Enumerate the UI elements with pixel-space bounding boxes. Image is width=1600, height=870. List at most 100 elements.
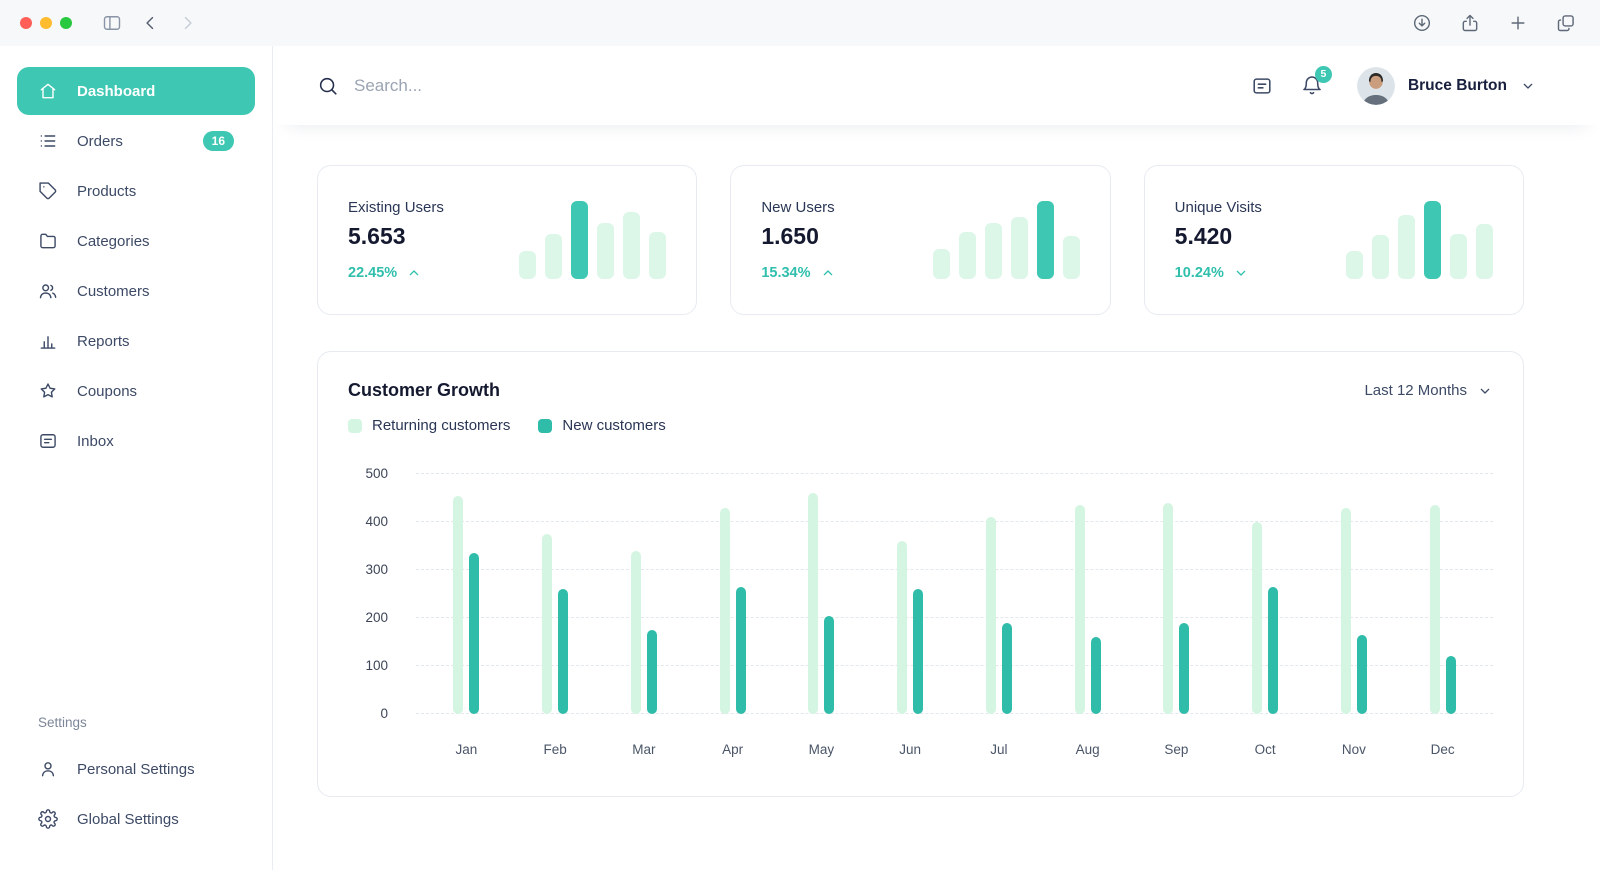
customer-growth-card: Customer Growth Last 12 Months Returning… [317, 351, 1524, 797]
person-icon [38, 759, 58, 779]
returning-customers-bar [631, 551, 641, 714]
sidebar-item-label: Inbox [77, 433, 114, 450]
bar-group-jul: Jul [986, 474, 1012, 714]
chevron-down-icon[interactable] [1520, 78, 1536, 94]
sidebar-toggle-icon[interactable] [98, 9, 126, 37]
stat-value: 5.420 [1175, 223, 1262, 250]
sidebar-item-customers[interactable]: Customers [17, 267, 255, 315]
x-axis-label: Dec [1431, 742, 1455, 757]
spark-bar [623, 212, 640, 279]
new-customers-bar [469, 553, 479, 714]
legend-item-returning: Returning customers [348, 417, 510, 434]
returning-customers-bar [1252, 522, 1262, 714]
folder-icon [38, 231, 58, 251]
stat-change-value: 22.45% [348, 265, 397, 281]
spark-bar-highlight [1424, 201, 1441, 279]
stat-change: 15.34% [761, 265, 835, 281]
spark-bar [519, 251, 536, 279]
x-axis-label: Jul [990, 742, 1007, 757]
spark-bar [959, 232, 976, 279]
stat-change-value: 10.24% [1175, 265, 1224, 281]
stat-value: 1.650 [761, 223, 835, 250]
users-icon [38, 281, 58, 301]
chart-legend: Returning customers New customers [348, 417, 1493, 434]
tabs-icon[interactable] [1552, 9, 1580, 37]
new-customers-bar [736, 587, 746, 714]
x-axis-label: Jun [899, 742, 921, 757]
x-axis-label: Mar [632, 742, 655, 757]
stat-card-new-users: New Users 1.650 15.34% [730, 165, 1110, 315]
share-icon[interactable] [1456, 9, 1484, 37]
returning-customers-bar [897, 541, 907, 714]
sidebar-item-label: Global Settings [77, 811, 179, 828]
stat-change: 22.45% [348, 265, 444, 281]
search-icon [317, 75, 339, 97]
sidebar-item-inbox[interactable]: Inbox [17, 417, 255, 465]
orders-count-badge: 16 [203, 131, 234, 151]
sidebar-item-label: Orders [77, 133, 123, 150]
x-axis-label: Sep [1164, 742, 1188, 757]
sidebar-item-categories[interactable]: Categories [17, 217, 255, 265]
window-titlebar [0, 0, 1600, 46]
chevron-left-icon[interactable] [136, 9, 164, 37]
sidebar-item-personal-settings[interactable]: Personal Settings [17, 745, 255, 793]
sidebar-item-reports[interactable]: Reports [17, 317, 255, 365]
stat-card-existing-users: Existing Users 5.653 22.45% [317, 165, 697, 315]
returning-customers-bar [453, 496, 463, 714]
sidebar-item-label: Coupons [77, 383, 137, 400]
spark-bar [985, 223, 1002, 279]
bar-chart: 0100200300400500 JanFebMarAprMayJunJulAu… [348, 474, 1493, 714]
chevron-right-icon[interactable] [174, 9, 202, 37]
list-icon [38, 131, 58, 151]
bar-groups: JanFebMarAprMayJunJulAugSepOctNovDec [416, 474, 1493, 714]
new-customers-bar [1091, 637, 1101, 714]
sidebar: Dashboard Orders 16 Products Categories … [0, 46, 273, 870]
sidebar-item-coupons[interactable]: Coupons [17, 367, 255, 415]
new-customers-bar [1357, 635, 1367, 714]
spark-bar [1011, 217, 1028, 279]
returning-customers-bar [1163, 503, 1173, 714]
plus-icon[interactable] [1504, 9, 1532, 37]
y-axis: 0100200300400500 [348, 474, 388, 714]
bar-group-nov: Nov [1341, 474, 1367, 714]
close-window-button[interactable] [20, 17, 32, 29]
x-axis-label: Apr [722, 742, 743, 757]
minimize-window-button[interactable] [40, 17, 52, 29]
sparkline-chart [1346, 201, 1493, 279]
spark-bar [1476, 224, 1493, 279]
period-select[interactable]: Last 12 Months [1364, 382, 1493, 399]
new-customers-bar [558, 589, 568, 714]
spark-bar [1372, 235, 1389, 279]
bar-group-jun: Jun [897, 474, 923, 714]
home-icon [38, 81, 58, 101]
user-menu[interactable]: Bruce Burton [1357, 67, 1536, 105]
zoom-window-button[interactable] [60, 17, 72, 29]
stat-cards-row: Existing Users 5.653 22.45% New Users 1. [317, 165, 1524, 315]
x-axis-label: Feb [543, 742, 566, 757]
stat-title: Existing Users [348, 199, 444, 216]
chevron-down-icon [1477, 383, 1493, 399]
star-icon [38, 381, 58, 401]
sidebar-item-global-settings[interactable]: Global Settings [17, 795, 255, 843]
legend-label: Returning customers [372, 417, 510, 434]
bar-group-apr: Apr [720, 474, 746, 714]
messages-icon[interactable] [1249, 73, 1275, 99]
sidebar-item-dashboard[interactable]: Dashboard [17, 67, 255, 115]
tag-icon [38, 181, 58, 201]
search-input[interactable] [354, 76, 774, 96]
bar-group-dec: Dec [1430, 474, 1456, 714]
legend-swatch-new [538, 419, 552, 433]
returning-customers-bar [1075, 505, 1085, 714]
spark-bar [1346, 251, 1363, 279]
sidebar-item-orders[interactable]: Orders 16 [17, 117, 255, 165]
download-icon[interactable] [1408, 9, 1436, 37]
sidebar-item-label: Reports [77, 333, 130, 350]
sidebar-item-products[interactable]: Products [17, 167, 255, 215]
x-axis-label: May [809, 742, 835, 757]
notifications-bell-icon[interactable]: 5 [1299, 73, 1325, 99]
trend-chevron-icon [820, 265, 836, 281]
period-label: Last 12 Months [1364, 382, 1467, 399]
bar-group-feb: Feb [542, 474, 568, 714]
legend-item-new: New customers [538, 417, 665, 434]
trend-chevron-icon [406, 265, 422, 281]
